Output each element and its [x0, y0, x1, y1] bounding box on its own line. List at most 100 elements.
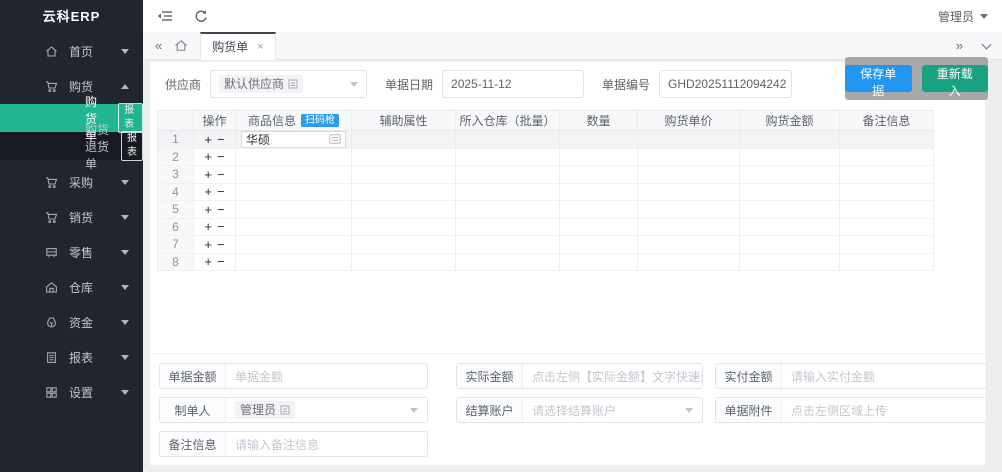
attachment-field: 单据附件 点击左侧区域上传: [715, 397, 987, 423]
chevron-down-icon: [121, 355, 129, 360]
add-row-button[interactable]: +: [204, 254, 212, 269]
op-cell: + −: [194, 218, 236, 236]
cart-icon: [45, 80, 59, 94]
remove-row-button[interactable]: −: [217, 132, 225, 147]
table-row: 2 + −: [158, 148, 934, 166]
collapse-sidebar-icon[interactable]: [157, 9, 173, 23]
doc-no-input[interactable]: GHD20251112094242: [659, 70, 793, 98]
creator-select[interactable]: 管理员: [226, 398, 427, 422]
product-detail-icon[interactable]: [329, 134, 341, 144]
cell: [352, 131, 456, 149]
product-cell: [236, 166, 352, 184]
add-row-button[interactable]: +: [204, 237, 212, 252]
add-row-button[interactable]: +: [204, 202, 212, 217]
sidebar-item-销货[interactable]: 销货: [0, 200, 143, 235]
creator-field: 制单人 管理员: [159, 397, 428, 423]
remove-row-button[interactable]: −: [217, 167, 225, 182]
sidebar-subitem-购货单[interactable]: 购货单 报表: [0, 95, 143, 143]
remove-row-button[interactable]: −: [217, 184, 225, 199]
add-row-button[interactable]: +: [204, 219, 212, 234]
settle-account-field: 结算账户 请选择结算账户: [456, 397, 703, 423]
sidebar-item-采购[interactable]: 采购: [0, 165, 143, 200]
table-row: 1 + − 华硕: [158, 131, 934, 149]
sidebar-submenu: 购货单 报表 购货退货单 报表: [0, 95, 143, 171]
home-tab-icon[interactable]: [174, 39, 188, 52]
row-number-cell: 4: [158, 183, 194, 201]
sidebar-item-首页[interactable]: 首页: [0, 34, 143, 69]
app-logo: 云科ERP: [42, 9, 101, 24]
add-row-button[interactable]: +: [204, 167, 212, 182]
remove-row-button[interactable]: −: [217, 219, 225, 234]
supplier-chip: 默认供应商: [219, 75, 304, 93]
scan-gun-badge[interactable]: 扫码枪: [301, 114, 339, 127]
remove-row-button[interactable]: −: [217, 202, 225, 217]
settle-account-select[interactable]: 请选择结算账户: [523, 398, 702, 422]
report-badge[interactable]: 报表: [121, 131, 143, 161]
op-cell: + −: [194, 131, 236, 149]
sidebar-item-label: 销货: [69, 211, 94, 225]
refresh-icon[interactable]: [193, 9, 208, 24]
table-row: 7 + −: [158, 236, 934, 254]
cell: [840, 218, 934, 236]
sidebar-item-仓库[interactable]: 仓库: [0, 270, 143, 305]
product-cell: [236, 253, 352, 271]
remark-label: 备注信息: [160, 432, 226, 456]
sidebar-subitem-购货退货单[interactable]: 购货退货单 报表: [0, 123, 143, 171]
tabs-menu-chevron-icon[interactable]: [981, 39, 992, 49]
sidebar-item-label: 资金: [69, 316, 94, 330]
column-header-数量: 数量: [560, 111, 638, 131]
actual-amount-input[interactable]: 点击左侧【实际金额】文字快速录入金额: [523, 364, 702, 388]
sidebar-item-label: 报表: [69, 351, 94, 365]
attachment-upload-area[interactable]: 点击左侧区域上传: [782, 398, 986, 422]
cell: [840, 201, 934, 219]
creator-chip: 管理员: [235, 401, 296, 419]
save-document-button[interactable]: 保存单据: [845, 65, 912, 98]
column-header-label: 数量: [586, 114, 611, 128]
settings-icon: [45, 386, 59, 400]
retail-icon: [45, 246, 59, 260]
sidebar-item-资金[interactable]: 资金: [0, 305, 143, 340]
tabs-scroll-left-icon[interactable]: «: [155, 38, 162, 53]
cell: [560, 253, 638, 271]
product-name: 华硕: [246, 132, 271, 147]
tab-purchase-order[interactable]: 购货单 ×: [200, 31, 276, 60]
attachment-label: 单据附件: [716, 398, 782, 422]
user-menu[interactable]: 管理员: [938, 8, 988, 25]
sidebar-item-购货[interactable]: 购货: [0, 69, 143, 104]
table-row: 3 + −: [158, 166, 934, 184]
paid-amount-input[interactable]: 请输入实付金额: [782, 364, 986, 388]
sidebar-item-零售[interactable]: 零售: [0, 235, 143, 270]
column-header-label: 购货单价: [664, 114, 713, 128]
remove-row-button[interactable]: −: [217, 237, 225, 252]
cell: [352, 236, 456, 254]
tab-close-icon[interactable]: ×: [257, 41, 263, 53]
remove-row-button[interactable]: −: [217, 254, 225, 269]
sidebar-item-报表[interactable]: 报表: [0, 340, 143, 375]
remark-input[interactable]: 请输入备注信息: [226, 432, 427, 456]
cell: [560, 236, 638, 254]
reload-button[interactable]: 重新载入: [921, 65, 988, 98]
creator-label: 制单人: [160, 398, 226, 422]
date-input[interactable]: 2025-11-12: [442, 70, 585, 98]
chevron-down-icon: [121, 49, 129, 54]
report-badge[interactable]: 报表: [118, 103, 143, 133]
product-input[interactable]: 华硕: [241, 131, 346, 148]
cell: [638, 236, 740, 254]
sidebar-subitem-label: 购货退货单: [85, 122, 110, 171]
supplier-select[interactable]: 默认供应商: [210, 70, 368, 98]
add-row-button[interactable]: +: [204, 149, 212, 164]
remove-row-button[interactable]: −: [217, 149, 225, 164]
supplier-label: 供应商: [165, 77, 202, 92]
add-row-button[interactable]: +: [204, 184, 212, 199]
paid-amount-label: 实付金额: [716, 364, 782, 388]
sidebar-item-设置[interactable]: 设置: [0, 375, 143, 410]
cell: [740, 131, 840, 149]
sidebar-item-label: 首页: [69, 45, 94, 59]
cell: [840, 166, 934, 184]
table-body: 1 + − 华硕 2 + −3 + −4 + −5 + −6 + −7 + −8 + −: [158, 131, 934, 271]
tabs-scroll-right-icon[interactable]: »: [956, 38, 963, 53]
cell: [352, 218, 456, 236]
cell: [352, 183, 456, 201]
doc-amount-input[interactable]: 单据金额: [226, 364, 427, 388]
add-row-button[interactable]: +: [204, 132, 212, 147]
